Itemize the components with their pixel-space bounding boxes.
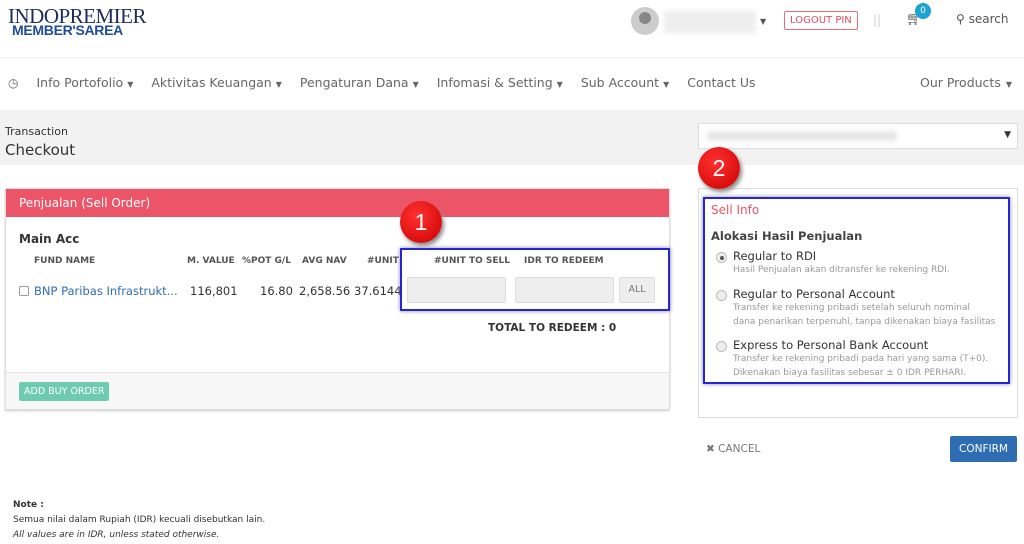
- main-nav: ◷ Info Portofolio ▼ Aktivitas Keuangan ▼ P…: [8, 75, 756, 90]
- option-label: Regular to Personal Account: [733, 287, 895, 301]
- nav-our-products[interactable]: Our Products ▼: [920, 75, 1012, 90]
- pot-gl: 16.80: [260, 284, 293, 298]
- nav-sub-account[interactable]: Sub Account ▼: [581, 75, 669, 90]
- username-blurred: [664, 11, 756, 33]
- annotation-marker-2: 2: [698, 147, 740, 189]
- option-desc: Dikenakan biaya fasilitas sebesar ± 0 ID…: [733, 368, 967, 378]
- col-pot-gl: %POT G/L: [242, 256, 291, 266]
- search-button[interactable]: ⚲ search: [956, 12, 1008, 26]
- fund-checkbox[interactable]: [19, 286, 29, 296]
- avg-nav: 2,658.56: [299, 284, 351, 298]
- radio-regular-personal[interactable]: [716, 290, 727, 301]
- chevron-down-icon: ▼: [1004, 130, 1011, 140]
- highlight-box-1: [400, 248, 670, 311]
- nav-info-portofolio[interactable]: Info Portofolio ▼: [36, 75, 133, 90]
- note-line-1: Semua nilai dalam Rupiah (IDR) kecuali d…: [13, 515, 266, 525]
- logout-pin-button[interactable]: LOGOUT PIN: [784, 11, 858, 30]
- nav-pengaturan-dana[interactable]: Pengaturan Dana ▼: [300, 75, 419, 90]
- option-desc: Transfer ke rekening pribadi pada hari y…: [733, 354, 989, 364]
- confirm-button[interactable]: CONFIRM: [950, 436, 1017, 462]
- page-title: Checkout: [5, 141, 76, 159]
- sell-info-title: Sell Info: [711, 203, 760, 217]
- nav-aktivitas-keuangan[interactable]: Aktivitas Keuangan ▼: [151, 75, 282, 90]
- separator: ||: [873, 13, 882, 27]
- search-icon: ⚲: [956, 12, 969, 26]
- user-menu-caret-icon[interactable]: ▼: [760, 17, 766, 26]
- col-m-value: M. VALUE: [187, 256, 235, 266]
- cancel-button[interactable]: ✖ CANCEL: [706, 443, 760, 455]
- unit: 37.6144: [354, 284, 402, 298]
- col-fund-name: FUND NAME: [34, 256, 96, 266]
- panel-title: Penjualan (Sell Order): [6, 189, 669, 217]
- close-icon: ✖: [706, 443, 719, 455]
- account-select[interactable]: ▼: [698, 123, 1018, 149]
- account-label: Main Acc: [19, 232, 80, 246]
- option-desc: Hasil Penjualan akan ditransfer ke reken…: [733, 265, 950, 275]
- nav-infomasi-setting[interactable]: Infomasi & Setting ▼: [437, 75, 563, 90]
- search-label: search: [968, 12, 1009, 26]
- option-desc: Transfer ke rekening pribadi setelah sel…: [733, 303, 970, 313]
- m-value: 116,801: [190, 284, 238, 298]
- radio-regular-rdi[interactable]: [716, 252, 727, 263]
- option-label: Express to Personal Bank Account: [733, 338, 929, 352]
- col-avg-nav: AVG NAV: [302, 256, 347, 266]
- note-line-2: All values are in IDR, unless stated oth…: [13, 530, 220, 540]
- panel-footer: ADD BUY ORDER: [6, 372, 669, 409]
- option-label: Regular to RDI: [733, 249, 817, 263]
- total-to-redeem: TOTAL TO REDEEM : 0: [488, 322, 617, 334]
- sell-info-subtitle: Alokasi Hasil Penjualan: [711, 229, 863, 243]
- avatar[interactable]: [631, 7, 659, 35]
- logo-subtitle: MEMBER'SAREA: [12, 22, 123, 38]
- divider: [0, 57, 1024, 58]
- radio-express-personal[interactable]: [716, 341, 727, 352]
- cart-count-badge: 0: [915, 3, 931, 19]
- col-unit: #UNIT: [367, 256, 399, 266]
- sell-order-panel: Penjualan (Sell Order) Main Acc FUND NAM…: [5, 188, 670, 410]
- cancel-label: CANCEL: [718, 443, 761, 455]
- annotation-marker-1: 1: [400, 201, 442, 243]
- option-desc: dana penarikan terpenuhi, tanpa dikenaka…: [733, 317, 996, 327]
- note-title: Note :: [13, 500, 44, 510]
- add-buy-order-button[interactable]: ADD BUY ORDER: [19, 382, 110, 401]
- breadcrumb: Transaction: [5, 125, 68, 138]
- clock-icon[interactable]: ◷: [8, 76, 18, 90]
- nav-contact-us[interactable]: Contact Us: [687, 75, 755, 90]
- fund-name-link[interactable]: BNP Paribas Infrastrukt...: [34, 284, 178, 298]
